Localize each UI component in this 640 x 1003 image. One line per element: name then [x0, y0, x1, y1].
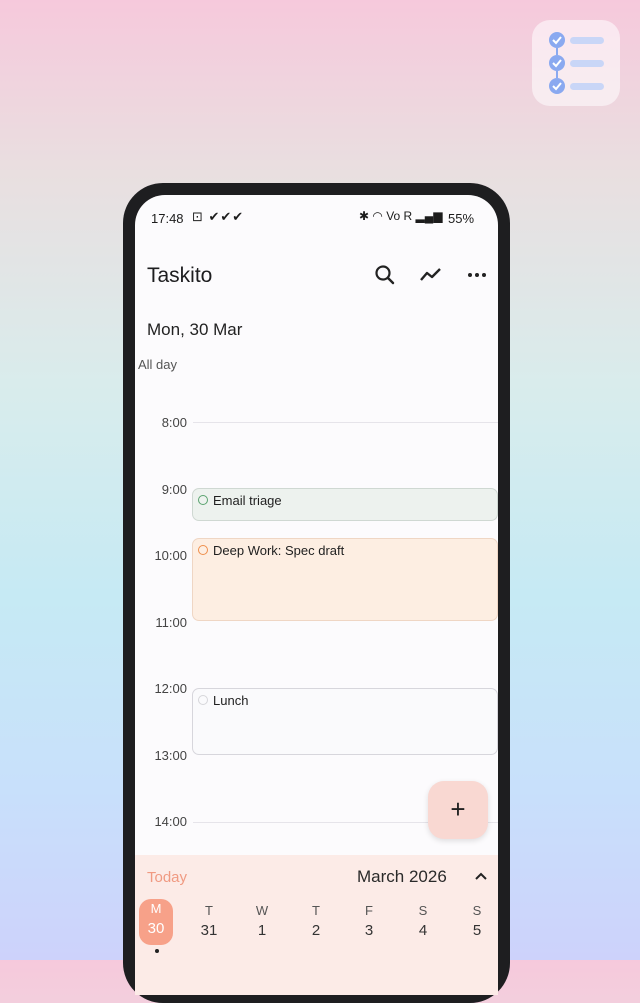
event-dot	[155, 949, 159, 953]
phone-frame: 17:48 ⊡ ✔✔✔ ✱ ◠ Vo R ▂▄▆ 55% Taskito Mon…	[123, 183, 510, 1003]
calendar-strip: Today March 2026 M 30 T 31 W 1 T 2 F 3 S…	[135, 855, 498, 995]
app-bar: Taskito	[135, 251, 498, 299]
hour-label: 11:00	[155, 615, 187, 630]
hour-label: 10:00	[154, 548, 187, 563]
more-options-icon[interactable]	[463, 261, 491, 289]
status-bar: 17:48 ⊡ ✔✔✔ ✱ ◠ Vo R ▂▄▆ 55%	[135, 195, 498, 239]
task-status-icon[interactable]	[198, 695, 208, 705]
chevron-up-icon[interactable]	[472, 867, 490, 885]
month-label[interactable]: March 2026	[357, 867, 447, 887]
all-day-label: All day	[138, 357, 178, 372]
phone-screen: 17:48 ⊡ ✔✔✔ ✱ ◠ Vo R ▂▄▆ 55% Taskito Mon…	[135, 195, 498, 995]
hour-label: 13:00	[154, 748, 187, 763]
day-date: 2	[311, 922, 321, 939]
checklist-icon	[549, 32, 604, 94]
day-cell[interactable]: T 2	[299, 901, 333, 951]
date-heading: Mon, 30 Mar	[147, 320, 243, 339]
hour-gridline	[193, 422, 498, 423]
event-lunch[interactable]: Lunch	[192, 688, 498, 755]
day-date: 5	[472, 922, 482, 939]
plus-icon: +	[450, 794, 466, 824]
day-date: 30	[147, 920, 165, 937]
day-cell[interactable]: F 3	[352, 901, 386, 951]
connectivity-icons: ✱ ◠ Vo R ▂▄▆	[359, 209, 443, 223]
day-date: 1	[257, 922, 267, 939]
event-title: Lunch	[213, 693, 249, 708]
day-date: 4	[418, 922, 428, 939]
hour-label: 8:00	[161, 415, 187, 430]
day-cell[interactable]: W 1	[245, 901, 279, 951]
day-date: 31	[200, 922, 218, 939]
day-cell[interactable]: S 5	[460, 901, 494, 951]
app-title: Taskito	[147, 264, 213, 287]
notification-icons: ⊡ ✔✔✔	[192, 209, 245, 224]
today-button[interactable]: Today	[147, 869, 187, 886]
app-logo	[532, 20, 620, 106]
add-task-button[interactable]: +	[428, 781, 488, 839]
event-title: Deep Work: Spec draft	[213, 543, 345, 558]
day-date: 3	[364, 922, 374, 939]
day-name: T	[312, 903, 320, 918]
day-name: T	[205, 903, 213, 918]
day-name: W	[255, 903, 269, 918]
day-name: M	[150, 901, 162, 916]
task-status-icon[interactable]	[198, 545, 208, 555]
event-deep-work[interactable]: Deep Work: Spec draft	[192, 538, 498, 621]
day-name: S	[472, 903, 482, 918]
day-cell-selected[interactable]: M 30	[139, 899, 173, 945]
battery-percent: 55%	[448, 211, 475, 226]
task-status-icon[interactable]	[198, 495, 208, 505]
hour-label: 9:00	[161, 482, 187, 497]
event-title: Email triage	[213, 493, 282, 508]
hour-label: 12:00	[154, 681, 187, 696]
trend-icon[interactable]	[417, 261, 445, 289]
event-email-triage[interactable]: Email triage	[192, 488, 498, 521]
search-icon[interactable]	[371, 261, 399, 289]
day-name: F	[365, 903, 373, 918]
status-time: 17:48	[151, 211, 184, 226]
day-cell[interactable]: T 31	[192, 901, 226, 951]
day-name: S	[418, 903, 428, 918]
hour-label: 14:00	[154, 814, 187, 829]
day-cell[interactable]: S 4	[406, 901, 440, 951]
